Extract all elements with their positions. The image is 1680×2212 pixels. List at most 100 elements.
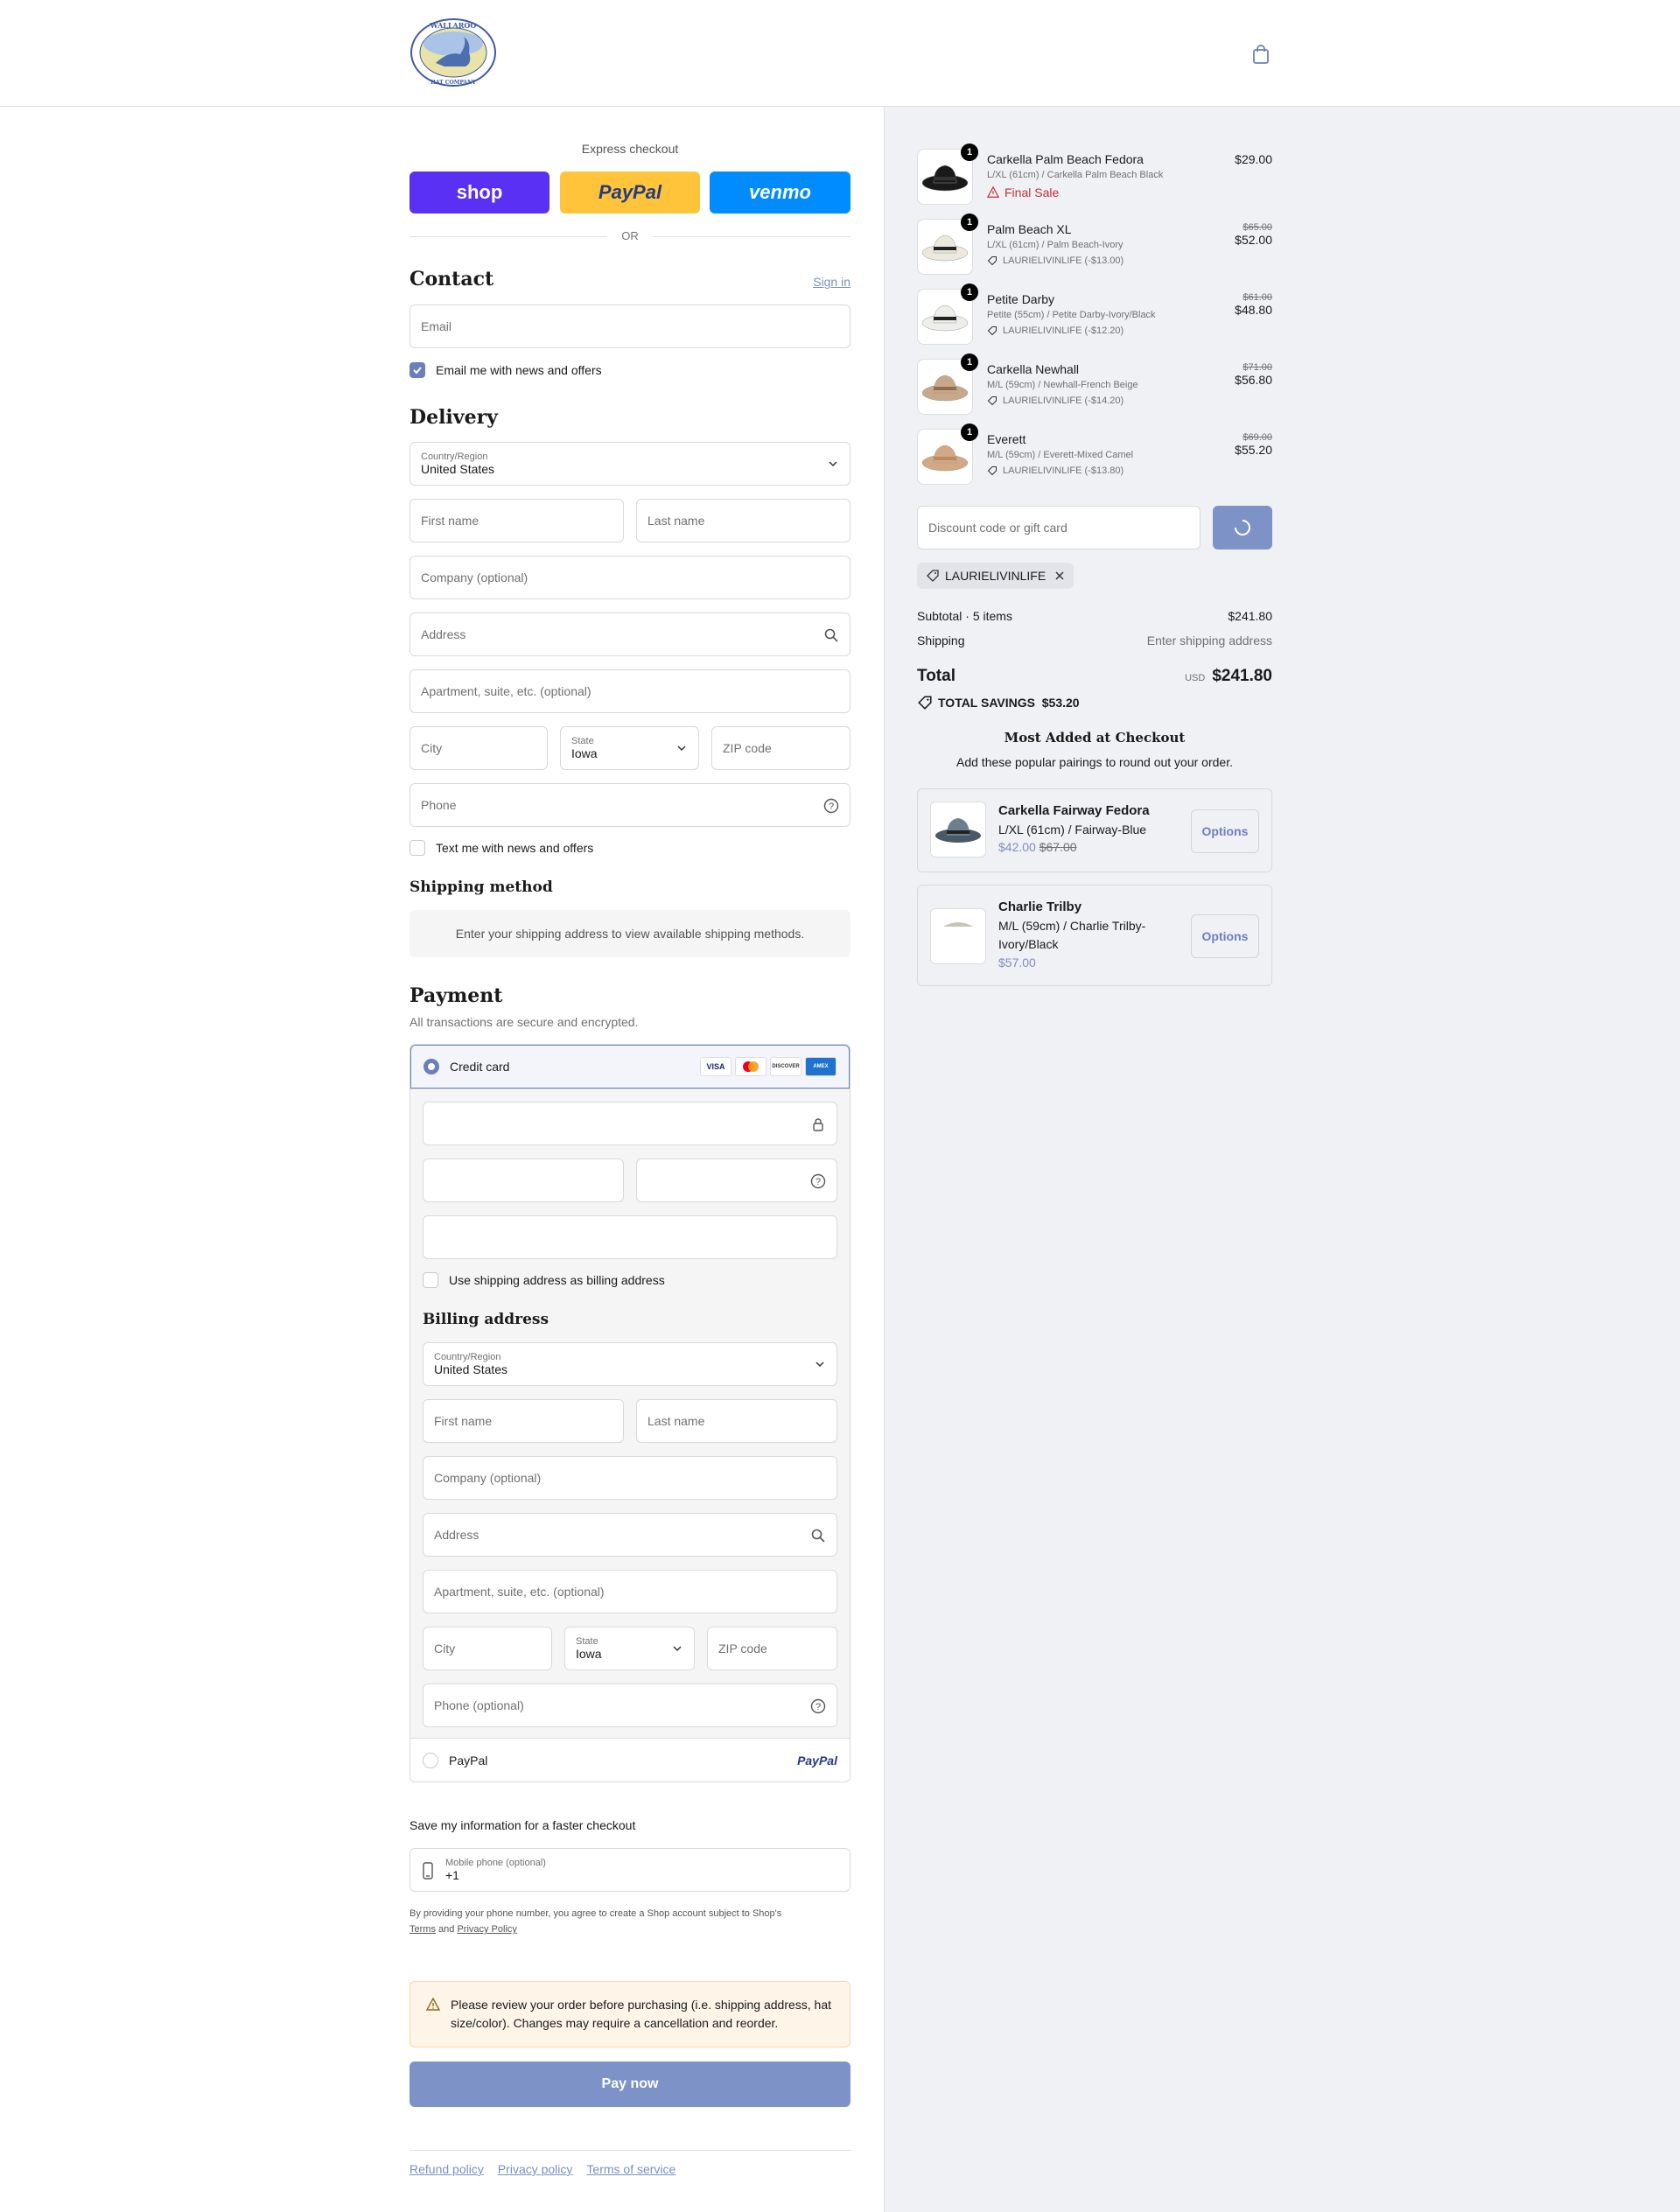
apply-discount-button[interactable] bbox=[1213, 506, 1272, 550]
cart-item-name: Carkella Newhall bbox=[987, 362, 1080, 376]
upsell-subtitle: Add these popular pairings to round out … bbox=[956, 755, 1233, 769]
shipping-label: Shipping bbox=[917, 634, 965, 648]
billing-company-field[interactable]: Company (optional) bbox=[423, 1456, 837, 1500]
discount-code-field[interactable]: Discount code or gift card bbox=[917, 506, 1200, 550]
billing-apartment-field[interactable]: Apartment, suite, etc. (optional) bbox=[423, 1570, 837, 1614]
quantity-badge: 1 bbox=[961, 354, 978, 371]
legal-and: and bbox=[438, 1924, 455, 1935]
legal-prefix: By providing your phone number, you agre… bbox=[410, 1908, 782, 1919]
name-on-card-field[interactable] bbox=[423, 1215, 837, 1259]
privacy-link[interactable]: Privacy Policy bbox=[457, 1924, 516, 1935]
billing-country-value: United States bbox=[434, 1362, 508, 1376]
cart-item-thumbnail: 1 bbox=[917, 354, 978, 415]
final-price: $55.20 bbox=[1235, 443, 1272, 457]
upsell-item: Carkella Fairway Fedora L/XL (61cm) / Fa… bbox=[917, 788, 1272, 872]
upsell-name: Carkella Fairway Fedora bbox=[998, 803, 1150, 818]
shopping-bag-icon[interactable] bbox=[1251, 44, 1270, 65]
cart-item-discount: LAURIELIVINLIFE (-$12.20) bbox=[987, 326, 1124, 336]
upsell-old-price: $67.00 bbox=[1039, 840, 1077, 854]
phone-field[interactable]: Phone ? bbox=[410, 783, 850, 827]
address-field[interactable]: Address bbox=[410, 612, 850, 656]
checkbox-unchecked[interactable] bbox=[410, 840, 425, 856]
pay-now-button[interactable]: Pay now bbox=[410, 2062, 850, 2107]
billing-address-title: Billing address bbox=[423, 1311, 550, 1328]
upsell-price: $57.00 bbox=[998, 956, 1036, 970]
options-button[interactable]: Options bbox=[1191, 914, 1259, 958]
footer-links: Refund policy Privacy policy Terms of serv… bbox=[410, 2162, 690, 2176]
radio-unselected[interactable] bbox=[423, 1752, 438, 1768]
use-shipping-checkbox[interactable]: Use shipping address as billing address bbox=[423, 1272, 665, 1288]
venmo-button[interactable]: venmo bbox=[710, 172, 850, 214]
billing-city-field[interactable]: City bbox=[423, 1627, 552, 1670]
paypal-button[interactable]: PayPal bbox=[560, 172, 700, 214]
chevron-down-icon bbox=[673, 1646, 682, 1652]
cart-item-thumbnail: 1 bbox=[917, 144, 978, 205]
upsell-title: Most Added at Checkout bbox=[1004, 730, 1186, 746]
close-icon[interactable] bbox=[1054, 570, 1065, 581]
options-button[interactable]: Options bbox=[1191, 809, 1259, 853]
billing-last-name-field[interactable]: Last name bbox=[636, 1399, 837, 1443]
expiration-date-field[interactable] bbox=[423, 1158, 624, 1202]
apartment-field[interactable]: Apartment, suite, etc. (optional) bbox=[410, 669, 850, 713]
email-news-checkbox[interactable]: Email me with news and offers bbox=[410, 362, 602, 378]
chevron-down-icon bbox=[816, 1362, 824, 1368]
radio-selected[interactable] bbox=[424, 1059, 439, 1074]
cart-item-thumbnail: 1 bbox=[917, 424, 978, 485]
help-icon[interactable]: ? bbox=[823, 798, 839, 814]
terms-link[interactable]: Terms bbox=[410, 1924, 436, 1935]
company-field[interactable]: Company (optional) bbox=[410, 556, 850, 599]
final-sale-label: Final Sale bbox=[1004, 186, 1060, 200]
terms-of-service-link[interactable]: Terms of service bbox=[586, 2162, 676, 2176]
state-label: State bbox=[571, 736, 594, 746]
zip-field[interactable]: ZIP code bbox=[711, 726, 850, 770]
privacy-policy-link[interactable]: Privacy policy bbox=[498, 2162, 573, 2176]
country-select[interactable]: Country/Region United States bbox=[410, 442, 850, 486]
or-label: OR bbox=[607, 229, 653, 242]
billing-first-name-field[interactable]: First name bbox=[423, 1399, 624, 1443]
amex-icon: AMEX bbox=[805, 1057, 836, 1076]
billing-phone-field[interactable]: Phone (optional) ? bbox=[423, 1684, 837, 1727]
first-name-field[interactable]: First name bbox=[410, 499, 624, 542]
upsell-sale-price: $42.00 bbox=[998, 840, 1036, 854]
check-icon bbox=[413, 367, 422, 374]
cart-item-price: $61.00 $48.80 bbox=[1235, 292, 1272, 317]
help-icon[interactable]: ? bbox=[810, 1173, 826, 1189]
cart-item-variant: L/XL (61cm) / Carkella Palm Beach Black bbox=[987, 170, 1164, 180]
checkbox-checked[interactable] bbox=[410, 362, 425, 378]
city-field[interactable]: City bbox=[410, 726, 548, 770]
billing-country-select[interactable]: Country/Region United States bbox=[423, 1342, 837, 1386]
sign-in-link[interactable]: Sign in bbox=[813, 275, 850, 289]
cart-item-discount: LAURIELIVINLIFE (-$13.00) bbox=[987, 256, 1124, 266]
billing-state-select[interactable]: State Iowa bbox=[564, 1627, 695, 1670]
refund-policy-link[interactable]: Refund policy bbox=[410, 2162, 484, 2176]
security-code-field[interactable]: ? bbox=[636, 1158, 837, 1202]
mobile-phone-field[interactable]: Mobile phone (optional) +1 bbox=[410, 1848, 850, 1892]
total-value: $241.80 bbox=[1212, 667, 1272, 685]
paypal-option[interactable]: PayPal PayPal bbox=[410, 1738, 850, 1782]
quantity-badge: 1 bbox=[961, 284, 978, 301]
card-number-field[interactable] bbox=[423, 1102, 837, 1145]
help-icon[interactable]: ? bbox=[810, 1698, 826, 1714]
cart-item-name: Petite Darby bbox=[987, 292, 1055, 306]
lock-icon bbox=[813, 1118, 823, 1131]
text-news-checkbox[interactable]: Text me with news and offers bbox=[410, 840, 593, 856]
mastercard-icon bbox=[735, 1057, 766, 1076]
state-select[interactable]: State Iowa bbox=[560, 726, 699, 770]
upsell-variant-line2: Ivory/Black bbox=[998, 937, 1059, 951]
last-name-field[interactable]: Last name bbox=[636, 499, 850, 542]
warning-text: Please review your order before purchasi… bbox=[451, 1998, 832, 2030]
billing-zip-field[interactable]: ZIP code bbox=[707, 1627, 837, 1670]
tag-icon bbox=[987, 256, 998, 266]
shop-pay-button[interactable]: shop bbox=[410, 172, 550, 214]
wallaroo-logo[interactable]: WALLAROO HAT COMPANY bbox=[410, 18, 497, 88]
checkbox-unchecked[interactable] bbox=[423, 1272, 438, 1288]
svg-text:?: ? bbox=[829, 802, 834, 812]
text-news-label: Text me with news and offers bbox=[436, 841, 594, 855]
mastercard-circles bbox=[743, 1061, 759, 1072]
email-field[interactable]: Email bbox=[410, 304, 850, 348]
chevron-down-icon bbox=[677, 746, 686, 752]
billing-state-value: Iowa bbox=[576, 1647, 602, 1661]
credit-card-option[interactable]: Credit card VISA DISCOVER AMEX bbox=[410, 1045, 850, 1088]
billing-address-field[interactable]: Address bbox=[423, 1513, 837, 1557]
payment-methods: Credit card VISA DISCOVER AMEX ? Use shi bbox=[410, 1044, 850, 1782]
